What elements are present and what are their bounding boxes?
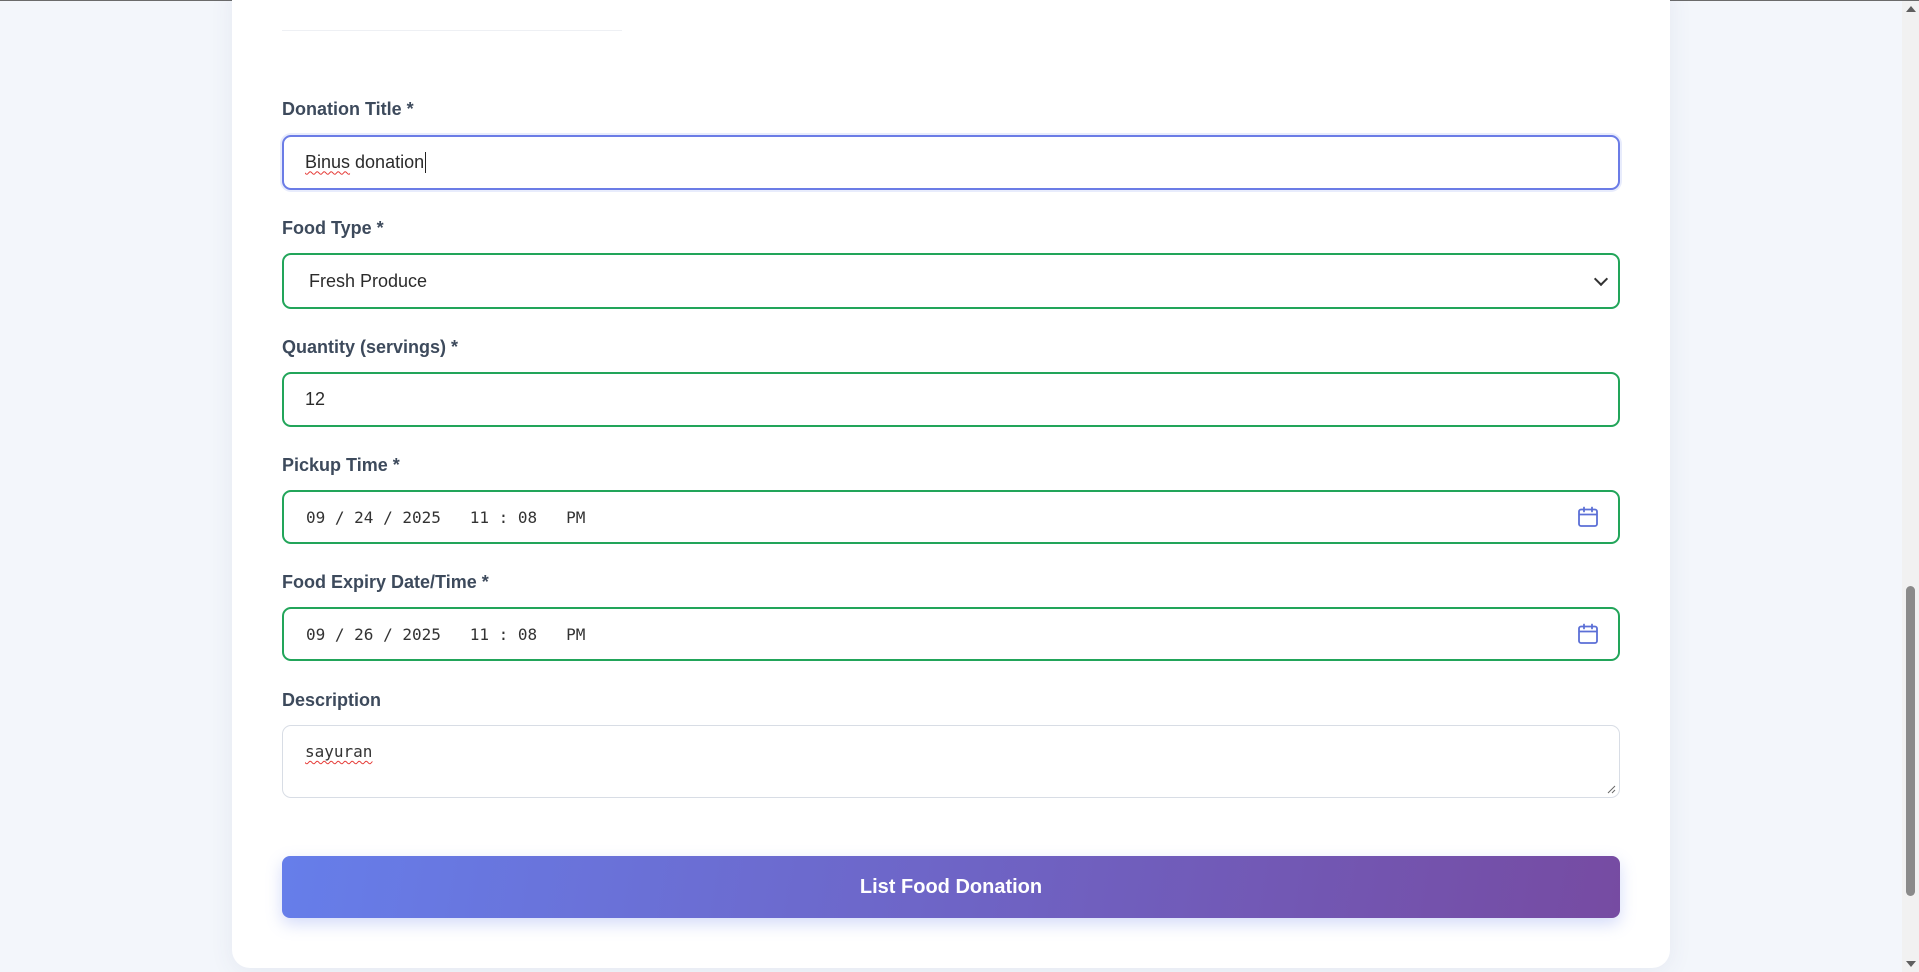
calendar-icon[interactable] [1576,622,1600,646]
pickup-time-input[interactable]: 09 / 24 / 2025 11 : 08 PM [282,490,1620,544]
food-type-select[interactable]: Fresh Produce [282,253,1620,309]
pickup-time-value: 09 / 24 / 2025 11 : 08 PM [306,507,586,527]
resize-handle-icon[interactable] [1606,784,1616,794]
donation-title-input[interactable]: Binus donation [282,135,1620,190]
calendar-icon[interactable] [1576,505,1600,529]
food-type-label: Food Type * [282,218,384,238]
description-value: sayuran [305,742,373,761]
expiry-input[interactable]: 09 / 26 / 2025 11 : 08 PM [282,607,1620,661]
list-food-donation-button[interactable]: List Food Donation [282,856,1620,918]
scroll-thumb[interactable] [1906,586,1915,896]
quantity-input[interactable]: 12 [282,372,1620,427]
expiry-label: Food Expiry Date/Time * [282,572,489,592]
description-textarea[interactable]: sayuran [282,725,1620,798]
scroll-up-arrow-icon[interactable] [1906,6,1916,12]
description-label: Description [282,690,382,710]
quantity-label: Quantity (servings) * [282,337,459,357]
donation-title-label: Donation Title * [282,99,414,119]
page-scrollbar[interactable] [1902,1,1919,972]
pickup-time-label: Pickup Time * [282,455,400,475]
donation-title-value: Binus donation [305,151,427,174]
chevron-down-icon [1593,271,1609,287]
section-divider [282,30,622,31]
quantity-value: 12 [305,389,326,409]
food-type-value: Fresh Produce [309,270,428,291]
scroll-down-arrow-icon[interactable] [1906,961,1916,967]
expiry-value: 09 / 26 / 2025 11 : 08 PM [306,624,586,644]
